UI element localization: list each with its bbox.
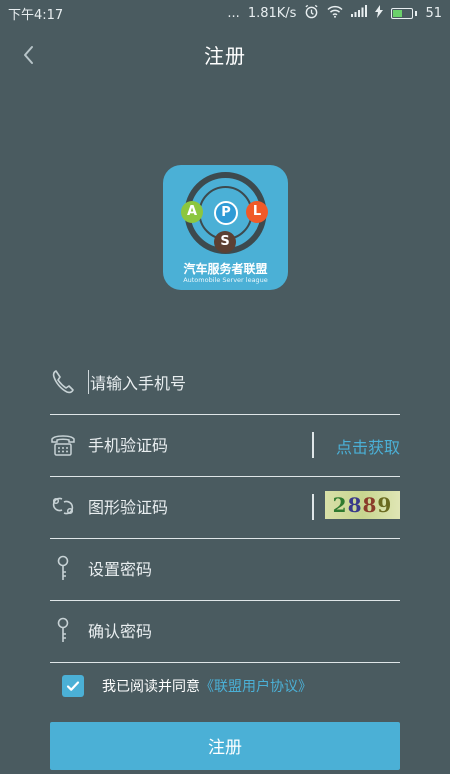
status-indicators: ... 1.81K/s 51 <box>227 4 442 23</box>
captcha-input[interactable] <box>88 496 298 518</box>
app-logo: A P L S 汽车服务者联盟 Automobile Server league <box>163 165 288 290</box>
sms-code-row: 点击获取 <box>50 414 400 477</box>
captcha-image[interactable]: 2 8 8 9 <box>325 491 400 519</box>
logo-name-cn: 汽车服务者联盟 <box>183 262 268 276</box>
status-bar: 下午4:17 ... 1.81K/s 51 <box>0 0 450 26</box>
alarm-icon <box>304 4 319 23</box>
telephone-icon <box>51 435 75 456</box>
confirm-password-row <box>50 600 400 663</box>
phone-row <box>50 352 400 415</box>
register-button[interactable]: 注册 <box>50 722 400 770</box>
status-dots: ... <box>227 5 240 21</box>
agreement-text: 我已阅读并同意 <box>102 679 200 695</box>
divider <box>312 494 314 520</box>
captcha-digit: 8 <box>362 493 378 517</box>
page-title: 注册 <box>204 44 246 68</box>
agreement-link[interactable]: 《联盟用户协议》 <box>200 676 312 696</box>
charging-icon <box>375 4 384 22</box>
wifi-icon <box>327 5 343 22</box>
divider <box>312 432 314 458</box>
battery-level: 51 <box>425 5 442 21</box>
captcha-digit: 9 <box>377 493 393 517</box>
confirm-password-input[interactable] <box>88 620 298 642</box>
text-cursor <box>88 370 89 394</box>
logo-letter-l: L <box>246 201 268 223</box>
phone-input[interactable] <box>90 372 300 394</box>
check-icon <box>66 681 80 691</box>
logo-letter-a: A <box>181 201 203 223</box>
phone-icon <box>52 370 74 394</box>
battery-icon <box>391 7 418 19</box>
logo-letter-s: S <box>214 231 236 253</box>
logo-name-en: Automobile Server league <box>183 276 268 284</box>
captcha-digit: 2 <box>332 493 348 517</box>
password-input[interactable] <box>88 558 298 580</box>
captcha-digit: 8 <box>347 493 363 517</box>
key-icon <box>57 555 69 580</box>
status-time: 下午4:17 <box>8 7 64 23</box>
password-row <box>50 538 400 601</box>
signal-icon <box>351 5 368 21</box>
captcha-row: 2 8 8 9 <box>50 476 400 539</box>
logo-letter-p: P <box>214 201 238 225</box>
captcha-icon <box>52 497 74 515</box>
network-speed: 1.81K/s <box>247 5 297 21</box>
sms-code-input[interactable] <box>88 434 298 456</box>
key-icon <box>57 617 69 642</box>
agreement-checkbox[interactable] <box>62 675 84 697</box>
get-code-button[interactable]: 点击获取 <box>336 434 400 458</box>
header: 注册 <box>0 26 450 84</box>
agreement-row: 我已阅读并同意 《联盟用户协议》 <box>62 674 312 698</box>
